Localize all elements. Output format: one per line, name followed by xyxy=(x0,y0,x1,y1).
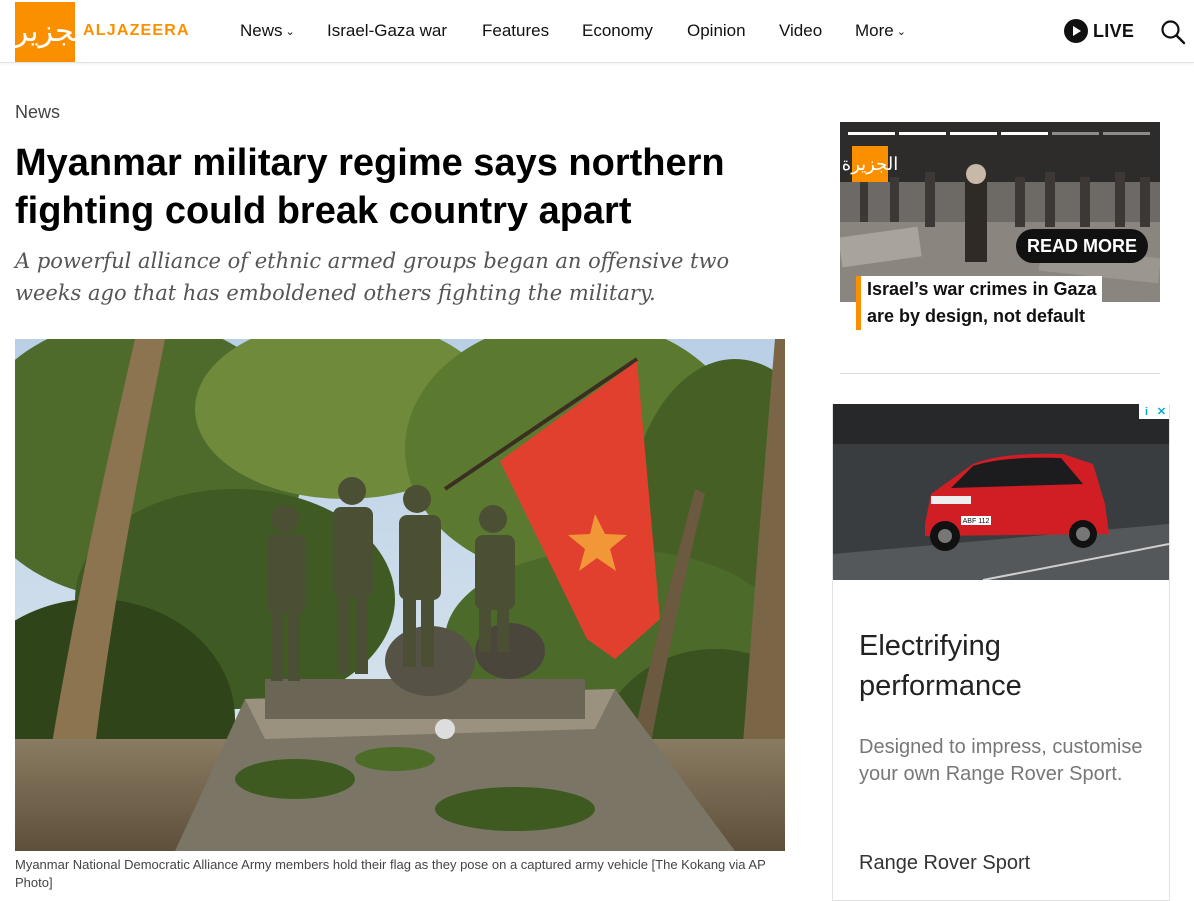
site-header: الجزيرة ALJAZEERA News ⌄ Israel-Gaza war … xyxy=(0,0,1194,63)
promo-title[interactable]: Israel’s war crimes in Gaza are by desig… xyxy=(856,276,1103,330)
ad-headline[interactable]: Electrifying performance xyxy=(859,626,1149,706)
search-icon[interactable] xyxy=(1160,19,1186,45)
article-headline: Myanmar military regime says northern fi… xyxy=(15,142,725,232)
play-circle-icon xyxy=(1064,19,1088,43)
nav-item-israel-gaza-war[interactable]: Israel-Gaza war xyxy=(327,21,447,41)
section-label[interactable]: News xyxy=(15,102,60,123)
ad-choices-badge[interactable]: i ✕ xyxy=(1139,404,1169,419)
article-standfirst: A powerful alliance of ethnic armed grou… xyxy=(15,249,730,305)
license-plate: ABF 112 xyxy=(963,518,990,525)
live-label: LIVE xyxy=(1093,20,1135,41)
promo-card[interactable] xyxy=(840,122,1160,302)
nav-item-opinion[interactable]: Opinion xyxy=(687,21,746,41)
nav-label: News xyxy=(240,21,283,40)
progress-segment xyxy=(950,132,997,135)
nav-label: More xyxy=(855,21,894,40)
promo-progress xyxy=(848,132,1150,135)
aljazeera-logo[interactable]: الجزيرة xyxy=(0,2,92,62)
nav-label: Opinion xyxy=(687,21,746,40)
nav-item-economy[interactable]: Economy xyxy=(582,21,653,41)
ad-brand[interactable]: Range Rover Sport xyxy=(859,852,1030,875)
promo-photo-illustration xyxy=(840,122,1160,302)
advertisement[interactable]: ABF 112 i ✕ Electrifying performance Des… xyxy=(832,404,1170,901)
nav-label: Israel-Gaza war xyxy=(327,21,447,40)
ad-body: Designed to impress, customise your own … xyxy=(859,736,1143,785)
progress-segment xyxy=(1103,132,1150,135)
promo-title-line: are by design, not default xyxy=(861,303,1103,330)
progress-segment xyxy=(1001,132,1048,135)
live-button[interactable]: LIVE xyxy=(1064,19,1134,43)
nav-item-video[interactable]: Video xyxy=(779,21,822,41)
ad-car-image[interactable]: ABF 112 xyxy=(833,404,1169,580)
nav-label: Video xyxy=(779,21,823,40)
nav-item-features[interactable]: Features xyxy=(482,21,549,41)
chevron-down-icon: ⌄ xyxy=(896,26,906,38)
image-caption: Myanmar National Democratic Alliance Arm… xyxy=(15,857,766,890)
read-more-button[interactable]: READ MORE xyxy=(1016,229,1148,263)
progress-segment xyxy=(899,132,946,135)
sidebar-divider xyxy=(840,373,1160,374)
info-icon[interactable]: i xyxy=(1139,404,1154,419)
hero-image xyxy=(15,339,785,851)
nav-item-more[interactable]: More ⌄ xyxy=(855,21,906,41)
progress-segment xyxy=(1052,132,1099,135)
nav-item-news[interactable]: News ⌄ xyxy=(240,21,295,41)
hero-photo-illustration xyxy=(15,339,785,851)
nav-label: Features xyxy=(482,21,550,40)
close-icon[interactable]: ✕ xyxy=(1154,404,1169,419)
progress-segment xyxy=(848,132,895,135)
logo-glyph-icon: الجزيرة xyxy=(0,14,93,49)
promo-logo-icon: الجزيرة xyxy=(842,146,898,182)
nav-label: Economy xyxy=(582,21,653,40)
chevron-down-icon: ⌄ xyxy=(285,26,295,38)
logo-wordmark[interactable]: ALJAZEERA xyxy=(83,22,190,40)
promo-title-line: Israel’s war crimes in Gaza xyxy=(861,276,1103,303)
